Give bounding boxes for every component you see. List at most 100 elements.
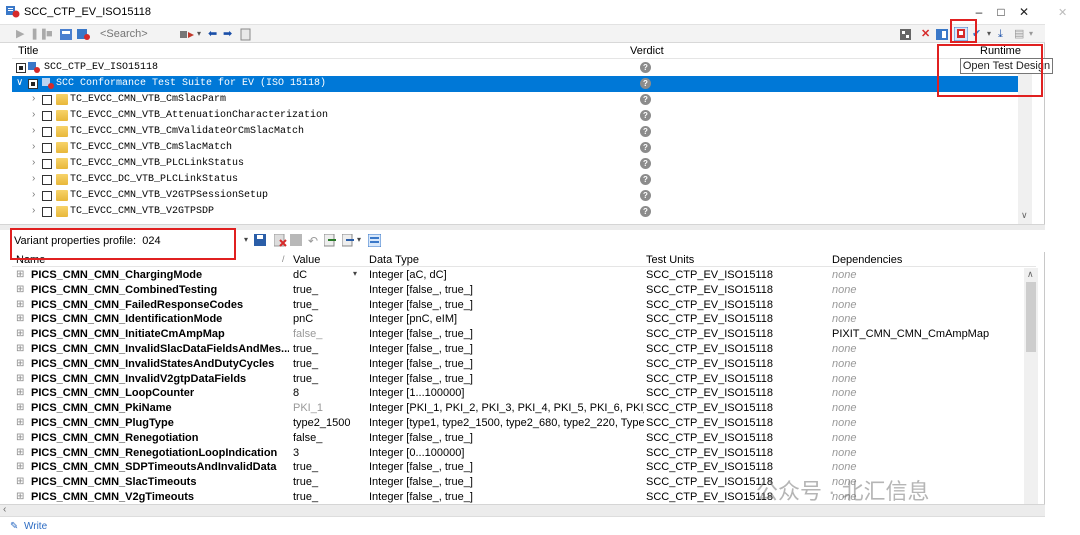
tree-row[interactable]: › TC_EVCC_CMN_VTB_CmSlacMatch ? (12, 140, 1018, 156)
property-value[interactable]: true_ (293, 461, 361, 473)
property-value[interactable]: type2_1500 (293, 417, 361, 429)
property-value[interactable]: true_ (293, 373, 361, 385)
property-value[interactable]: 8 (293, 387, 361, 399)
expand-icon[interactable]: ⊞ (16, 476, 24, 487)
back-arrow-icon[interactable]: ⬅ (208, 27, 217, 41)
forward-arrow-icon[interactable]: ➡ (223, 27, 232, 41)
tree-row[interactable]: › TC_EVCC_CMN_VTB_V2GTPSDP ? (12, 204, 1018, 220)
maximize-button[interactable]: □ (990, 3, 1012, 21)
table-row[interactable]: ⊞ PICS_CMN_CMN_PlugType type2_1500 Integer … (12, 416, 1024, 431)
checkbox[interactable] (42, 159, 52, 169)
property-value[interactable]: true_ (293, 343, 361, 355)
property-value[interactable]: 3 (293, 447, 361, 459)
table-row[interactable]: ⊞ PICS_CMN_CMN_FailedResponseCodes true_ In… (12, 298, 1024, 313)
expand-icon[interactable]: ⊞ (16, 358, 24, 369)
chevron-left-icon[interactable]: ‹ (3, 504, 6, 515)
stop-icon[interactable]: ■ (46, 27, 53, 41)
chevron-down-icon[interactable]: ▾ (987, 27, 991, 41)
tree-row[interactable]: › TC_EVCC_CMN_VTB_PLCLinkStatus ? (12, 156, 1018, 172)
checkbox[interactable] (42, 127, 52, 137)
chevron-right-icon[interactable]: › (32, 109, 42, 120)
close-button[interactable]: ✕ (1013, 3, 1035, 21)
checkbox[interactable] (42, 143, 52, 153)
delete-icon[interactable]: ✕ (921, 27, 930, 41)
undo-icon[interactable]: ↶ (308, 234, 321, 248)
tree-row[interactable]: › TC_EVCC_CMN_VTB_V2GTPSessionSetup ? (12, 188, 1018, 204)
expand-icon[interactable]: ⊞ (16, 387, 24, 398)
expand-icon[interactable]: ⊞ (16, 447, 24, 458)
scroll-thumb[interactable] (1026, 282, 1036, 352)
property-value[interactable]: false_ (293, 432, 361, 444)
table-row[interactable]: ⊞ PICS_CMN_CMN_CombinedTesting true_ Intege… (12, 283, 1024, 298)
grid-view-icon[interactable] (368, 234, 381, 247)
chevron-right-icon[interactable]: › (32, 205, 42, 216)
save-as-icon[interactable] (290, 234, 303, 247)
checkbox[interactable] (42, 191, 52, 201)
property-value[interactable]: false_ (293, 328, 361, 340)
chevron-right-icon[interactable]: › (32, 173, 42, 184)
run-icon[interactable]: ▶ (16, 27, 24, 41)
table-row[interactable]: ⊞ PICS_CMN_CMN_InvalidStatesAndDutyCycles… (12, 357, 1024, 372)
col-dependencies[interactable]: Dependencies (832, 254, 902, 266)
property-value[interactable]: true_ (293, 476, 361, 488)
delete-profile-icon[interactable] (274, 234, 287, 247)
expand-icon[interactable]: ⊞ (16, 343, 24, 354)
checkbox[interactable] (28, 79, 38, 89)
expand-icon[interactable]: ⊞ (16, 313, 24, 324)
checkbox[interactable] (42, 111, 52, 121)
property-value[interactable]: true_ (293, 299, 361, 311)
table-row[interactable]: ⊞ PICS_CMN_CMN_InitiateCmAmpMap false_ Inte… (12, 327, 1024, 342)
tree-row-root[interactable]: SCC_CTP_EV_ISO15118 ? (12, 60, 1018, 76)
chevron-down-icon[interactable]: ▾ (357, 235, 361, 244)
expand-icon[interactable]: ⊞ (16, 402, 24, 413)
chevron-right-icon[interactable]: › (32, 125, 42, 136)
save-report-icon[interactable] (60, 28, 74, 42)
import-icon[interactable] (324, 234, 337, 247)
table-row[interactable]: ⊞ PICS_CMN_CMN_IdentificationMode pnC Integ… (12, 312, 1024, 327)
page-icon[interactable]: ▤ (1014, 27, 1024, 41)
table-row[interactable]: ⊞ PICS_CMN_CMN_SDPTimeoutsAndInvalidData t… (12, 460, 1024, 475)
tree-row[interactable]: › TC_EVCC_CMN_VTB_CmValidateOrCmSlacMatc… (12, 124, 1018, 140)
table-row[interactable]: ⊞ PICS_CMN_CMN_Renegotiation false_ Integer… (12, 431, 1024, 446)
col-data-type[interactable]: Data Type (369, 254, 419, 266)
properties-scrollbar[interactable]: ∧ (1024, 268, 1038, 504)
save-icon[interactable] (254, 234, 267, 247)
table-row[interactable]: ⊞ PICS_CMN_CMN_InvalidSlacDataFieldsAndMe… (12, 342, 1024, 357)
layout-icon[interactable] (936, 28, 950, 42)
expand-collapse-icon[interactable] (180, 28, 196, 42)
chevron-right-icon[interactable]: › (32, 189, 42, 200)
property-value[interactable]: pnC (293, 313, 361, 325)
checkbox[interactable] (42, 95, 52, 105)
chevron-up-icon[interactable]: ∧ (1027, 269, 1034, 280)
property-value[interactable]: PKI_1 (293, 402, 361, 414)
download-icon[interactable]: ⤓ (998, 27, 1003, 41)
table-row[interactable]: ⊞ PICS_CMN_CMN_InvalidV2gtpDataFields true… (12, 372, 1024, 387)
table-row[interactable]: ⊞ PICS_CMN_CMN_PkiName PKI_1 Integer [PKI_1… (12, 401, 1024, 416)
chevron-down-icon[interactable]: ∨ (1021, 210, 1028, 221)
export-icon[interactable] (342, 234, 355, 247)
chevron-right-icon[interactable]: › (32, 93, 42, 104)
checkbox[interactable] (16, 63, 26, 73)
col-title[interactable]: Title (18, 45, 38, 57)
chevron-right-icon[interactable]: › (32, 141, 42, 152)
expand-icon[interactable]: ⊞ (16, 299, 24, 310)
chevron-down-icon[interactable]: ∨ (16, 77, 26, 88)
filter-icon[interactable] (77, 28, 91, 42)
expand-icon[interactable]: ⊞ (16, 417, 24, 428)
document-icon[interactable] (240, 28, 252, 42)
tree-row[interactable]: › TC_EVCC_CMN_VTB_CmSlacParm ? (12, 92, 1018, 108)
col-verdict[interactable]: Verdict (630, 45, 664, 57)
close-icon[interactable]: ✕ (1058, 6, 1067, 19)
tree-row-suite-selected[interactable]: ∨ SCC Conformance Test Suite for EV (ISO… (12, 76, 1018, 92)
col-test-units[interactable]: Test Units (646, 254, 694, 266)
col-value[interactable]: Value (293, 254, 320, 266)
property-value[interactable]: true_ (293, 358, 361, 370)
chevron-down-icon[interactable]: ▾ (244, 235, 248, 244)
table-row[interactable]: ⊞ PICS_CMN_CMN_ChargingMode dC ▾ Integer [aC… (12, 268, 1024, 283)
expand-icon[interactable]: ⊞ (16, 432, 24, 443)
expand-icon[interactable]: ⊞ (16, 461, 24, 472)
tree-row[interactable]: › TC_EVCC_CMN_VTB_AttenuationCharacteriz… (12, 108, 1018, 124)
chevron-right-icon[interactable]: › (32, 157, 42, 168)
property-value[interactable]: true_ (293, 284, 361, 296)
expand-icon[interactable]: ⊞ (16, 284, 24, 295)
